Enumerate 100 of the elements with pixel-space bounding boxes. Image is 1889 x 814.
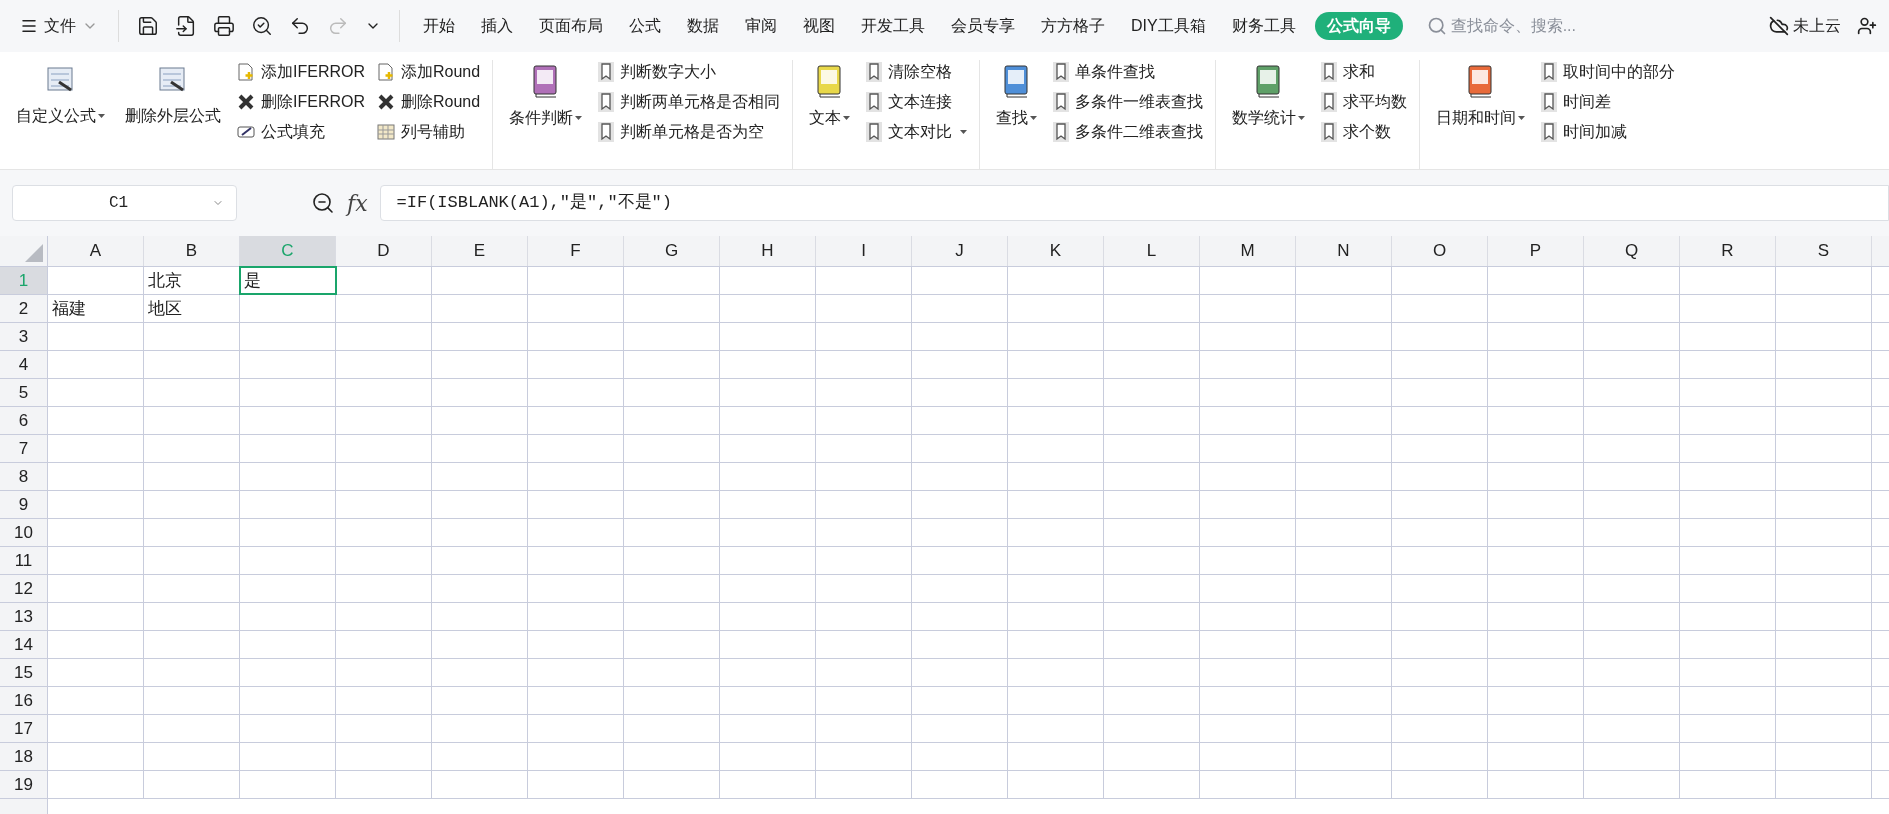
bookmark-icon: [1053, 122, 1070, 142]
search-icon: [1426, 16, 1447, 36]
ribbon-small-button[interactable]: 时间加减: [1541, 120, 1676, 144]
ribbon-tab[interactable]: 财务工具: [1220, 10, 1307, 42]
ribbon-small-button[interactable]: 判断单元格是否为空: [598, 120, 781, 144]
ribbon-tab[interactable]: 方方格子: [1030, 10, 1116, 42]
ribbon-small-button[interactable]: 求平均数: [1321, 90, 1408, 114]
row-header[interactable]: 10: [0, 519, 48, 546]
save-icon: [137, 15, 159, 37]
add-document-icon: [377, 63, 395, 81]
ribbon-small-button[interactable]: 文本连接: [866, 90, 968, 114]
row-header[interactable]: 2: [0, 295, 48, 322]
row-header[interactable]: 6: [0, 407, 48, 434]
row-header[interactable]: 13: [0, 603, 48, 630]
row-header[interactable]: 11: [0, 547, 48, 574]
ribbon-tab[interactable]: 会员专享: [940, 10, 1026, 42]
cloud-icon: [1769, 16, 1789, 36]
ribbon-large-button[interactable]: 查找: [992, 60, 1042, 166]
column-header[interactable]: K: [1008, 236, 1104, 266]
row-header[interactable]: 15: [0, 659, 48, 686]
column-header[interactable]: M: [1200, 236, 1296, 266]
bookmark-icon: [866, 62, 883, 82]
column-header[interactable]: A: [48, 236, 144, 266]
column-header[interactable]: S: [1776, 236, 1872, 266]
column-header[interactable]: O: [1392, 236, 1488, 266]
column-header[interactable]: N: [1296, 236, 1392, 266]
column-header[interactable]: H: [720, 236, 816, 266]
pencil-icon: [237, 123, 255, 141]
row-header[interactable]: 3: [0, 323, 48, 350]
ribbon-large-button[interactable]: 日期和时间: [1432, 60, 1530, 166]
cross-icon: [237, 93, 255, 111]
ribbon-large-button[interactable]: 自定义公式: [12, 60, 109, 166]
ribbon-tab[interactable]: 页面布局: [528, 10, 614, 42]
cloud-status-button[interactable]: 未上云: [1769, 14, 1841, 38]
ribbon-tab[interactable]: DIY工具箱: [1120, 10, 1217, 42]
ribbon-small-button[interactable]: 多条件一维表查找: [1053, 90, 1204, 114]
column-header[interactable]: R: [1680, 236, 1776, 266]
ribbon-small-button[interactable]: 取时间中的部分: [1541, 60, 1676, 84]
ribbon-small-button[interactable]: 求和: [1321, 60, 1408, 84]
print-icon: [213, 15, 235, 37]
column-header[interactable]: E: [432, 236, 528, 266]
ribbon-large-button[interactable]: 文本: [805, 60, 855, 166]
ribbon-tab[interactable]: 公式: [618, 10, 672, 42]
row-header[interactable]: 18: [0, 743, 48, 770]
ribbon-large-button[interactable]: 删除外层公式: [121, 60, 225, 166]
column-header[interactable]: J: [912, 236, 1008, 266]
table-cell: 是: [240, 267, 336, 294]
add-user-icon[interactable]: [1857, 16, 1877, 36]
ribbon-tab[interactable]: 数据: [676, 10, 730, 42]
ribbon-tab[interactable]: 审阅: [734, 10, 788, 42]
ribbon-small-button[interactable]: 删除IFERROR: [237, 90, 365, 114]
column-header[interactable]: F: [528, 236, 624, 266]
row-header[interactable]: 5: [0, 379, 48, 406]
ribbon-small-button[interactable]: 删除Round: [377, 90, 481, 114]
column-header[interactable]: I: [816, 236, 912, 266]
zoom-icon[interactable]: [311, 191, 335, 215]
menu-icon: [20, 17, 38, 35]
grid-icon: [377, 123, 395, 141]
column-header[interactable]: D: [336, 236, 432, 266]
bookmark-icon: [1541, 122, 1558, 142]
ribbon-small-button[interactable]: 公式填充: [237, 120, 365, 144]
column-header[interactable]: L: [1104, 236, 1200, 266]
row-header[interactable]: 4: [0, 351, 48, 378]
bookmark-icon: [1053, 92, 1070, 112]
row-header[interactable]: 19: [0, 771, 48, 798]
ribbon-small-button[interactable]: 判断数字大小: [598, 60, 781, 84]
row-header[interactable]: 12: [0, 575, 48, 602]
column-header[interactable]: Q: [1584, 236, 1680, 266]
row-header[interactable]: 17: [0, 715, 48, 742]
row-header[interactable]: 16: [0, 687, 48, 714]
cross-icon: [377, 93, 395, 111]
ribbon-small-button[interactable]: 求个数: [1321, 120, 1408, 144]
ribbon-small-button[interactable]: 添加IFERROR: [237, 60, 365, 84]
row-header[interactable]: 14: [0, 631, 48, 658]
dropdown-caret-icon: [843, 116, 851, 120]
ribbon-small-button[interactable]: 列号辅助: [377, 120, 481, 144]
ribbon-large-button[interactable]: 数学统计: [1228, 60, 1310, 166]
ribbon-small-button[interactable]: 时间差: [1541, 90, 1676, 114]
row-header[interactable]: 7: [0, 435, 48, 462]
ribbon-large-button[interactable]: 条件判断: [505, 60, 587, 166]
table-cell: 北京: [144, 267, 240, 294]
row-header[interactable]: 9: [0, 491, 48, 518]
ribbon-small-button[interactable]: 清除空格: [866, 60, 968, 84]
column-header[interactable]: P: [1488, 236, 1584, 266]
ribbon-small-button[interactable]: 添加Round: [377, 60, 481, 84]
ribbon-tab[interactable]: 视图: [792, 10, 846, 42]
redo-icon: [327, 15, 349, 37]
ribbon-small-button[interactable]: 单条件查找: [1053, 60, 1204, 84]
ribbon-tab[interactable]: 开始: [412, 10, 466, 42]
ribbon-small-button[interactable]: 判断两单元格是否相同: [598, 90, 781, 114]
ribbon-small-button[interactable]: 多条件二维表查找: [1053, 120, 1204, 144]
name-box[interactable]: C1: [12, 185, 237, 221]
ribbon-small-button[interactable]: 文本对比: [866, 120, 968, 144]
file-menu-button[interactable]: 文件: [12, 10, 106, 42]
ribbon-tab[interactable]: 插入: [470, 10, 524, 42]
row-header[interactable]: 8: [0, 463, 48, 490]
ribbon-tab[interactable]: 开发工具: [850, 10, 936, 42]
formula-field[interactable]: =IF(ISBLANK(A1),"是","不是"): [379, 185, 1889, 221]
dropdown-caret-icon: [1030, 116, 1038, 120]
column-header[interactable]: G: [624, 236, 720, 266]
